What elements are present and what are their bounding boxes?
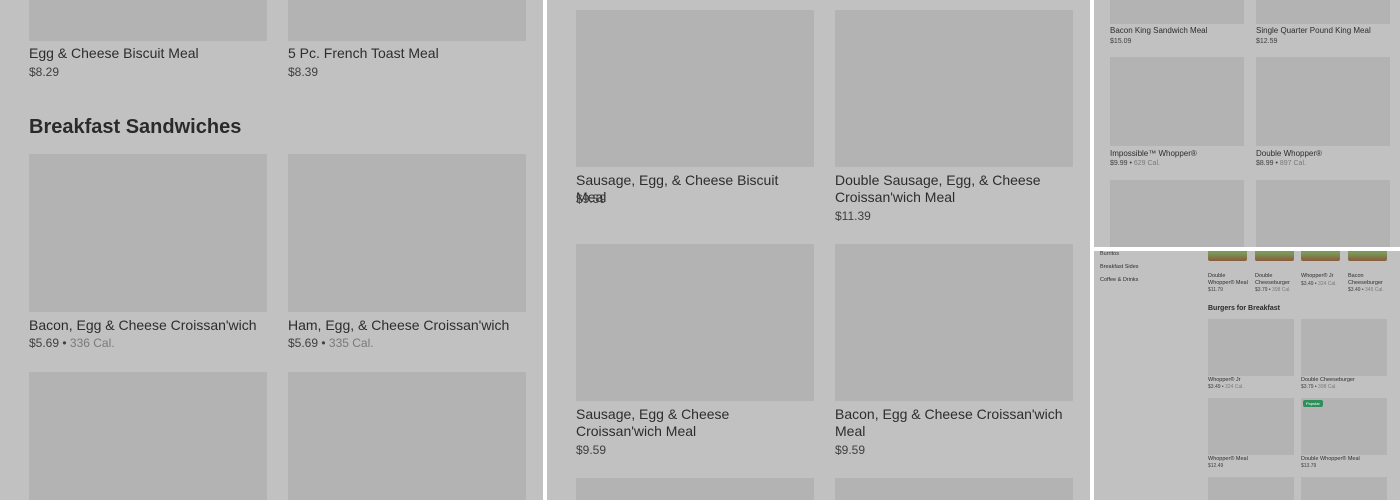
item-price: $11.79 (1208, 287, 1223, 293)
item-calories: 336 Cal. (69, 336, 115, 350)
item-image[interactable] (1208, 319, 1294, 376)
item-price: $8.29 (29, 65, 60, 79)
item-name[interactable]: Double Cheeseburger (1255, 273, 1297, 287)
item-price: $5.69 (29, 336, 60, 350)
item-price-calories: $8.99 • 897 Cal. (1256, 160, 1306, 167)
item-price: $13.79 (1301, 463, 1317, 469)
item-image[interactable] (288, 372, 526, 500)
item-image[interactable] (1348, 251, 1387, 261)
item-price: $9.59 (576, 443, 607, 457)
item-image[interactable] (1301, 477, 1387, 500)
menu-panel-whoppers: Bacon King Sandwich Meal $15.09 Single Q… (1094, 0, 1400, 247)
item-price-calories: $5.69 • 335 Cal. (288, 336, 374, 350)
item-price: $3.49 (1301, 281, 1314, 287)
item-calories: 398 Cal. (1272, 287, 1291, 293)
menu-panel-meals: Sausage, Egg, & Cheese Biscuit Meal $9.5… (547, 0, 1090, 500)
item-price-calories: $3.79 • 398 Cal. (1255, 287, 1291, 293)
item-price: $3.79 (1255, 287, 1268, 293)
item-name[interactable]: Bacon, Egg & Cheese Croissan'wich Meal (835, 406, 1071, 440)
item-price-calories: $3.49 • 324 Cal. (1301, 281, 1337, 287)
item-image[interactable] (835, 478, 1073, 500)
item-image[interactable] (576, 244, 814, 401)
item-image[interactable] (1256, 57, 1390, 146)
item-image[interactable] (1208, 477, 1294, 500)
item-price-calories: $5.69 • 336 Cal. (29, 336, 115, 350)
section-title: Breakfast Sandwiches (29, 116, 242, 138)
item-image[interactable] (1301, 251, 1340, 261)
item-price: $11.39 (835, 209, 871, 223)
menu-panel-breakfast-sandwiches: Egg & Cheese Biscuit Meal $8.29 5 Pc. Fr… (0, 0, 543, 500)
item-image[interactable] (1255, 251, 1294, 261)
item-image[interactable] (576, 10, 814, 167)
section-title: Burgers for Breakfast (1208, 305, 1280, 312)
item-image[interactable] (288, 0, 526, 41)
item-name[interactable]: Double Sausage, Egg, & Cheese Croissan'w… (835, 172, 1071, 206)
item-price: $12.59 (1256, 38, 1278, 45)
item-name[interactable]: Single Quarter Pound King Meal (1256, 26, 1371, 35)
item-image[interactable] (1301, 319, 1387, 376)
item-image[interactable] (29, 0, 267, 41)
item-name[interactable]: Double Whopper® Meal (1208, 273, 1250, 287)
item-calories: 629 Cal. (1133, 160, 1160, 167)
item-name[interactable]: Double Whopper® Meal (1301, 456, 1387, 463)
item-name[interactable]: Double Whopper® (1256, 149, 1322, 158)
item-price: $9.99 (1110, 160, 1128, 167)
item-name[interactable]: Whopper® Jr (1208, 377, 1294, 384)
item-name[interactable]: Whopper® Meal (1208, 456, 1294, 463)
item-calories: 345 Cal. (1365, 287, 1384, 293)
sidebar-item-breakfast-sides[interactable]: Breakfast Sides (1100, 264, 1139, 270)
item-price: $5.69 (288, 336, 319, 350)
item-price: $3.49 (1208, 384, 1221, 390)
item-price: $8.39 (288, 65, 319, 79)
item-image[interactable] (1110, 180, 1244, 247)
item-image[interactable] (576, 478, 814, 500)
item-image[interactable] (1110, 0, 1244, 24)
item-image[interactable] (29, 372, 267, 500)
item-price-calories: $3.49 • 324 Cal. (1208, 384, 1244, 390)
sidebar-item-burritos[interactable]: Burritos (1100, 251, 1119, 257)
item-image[interactable] (1256, 180, 1390, 247)
item-price: $12.49 (1208, 463, 1224, 469)
item-price-calories: $3.79 • 398 Cal. (1301, 384, 1337, 390)
item-name[interactable]: Double Cheeseburger (1301, 377, 1387, 384)
popular-badge: Popular (1303, 400, 1323, 407)
item-name[interactable]: Bacon King Sandwich Meal (1110, 26, 1207, 35)
item-name[interactable]: Whopper® Jr (1301, 273, 1343, 280)
item-image[interactable] (835, 10, 1073, 167)
item-calories: 897 Cal. (1279, 160, 1306, 167)
item-name[interactable]: Bacon, Egg & Cheese Croissan'wich (29, 317, 257, 333)
item-name[interactable]: Ham, Egg, & Cheese Croissan'wich (288, 317, 509, 333)
item-image[interactable] (1256, 0, 1390, 24)
item-name[interactable]: 5 Pc. French Toast Meal (288, 45, 439, 61)
item-name[interactable]: Egg & Cheese Biscuit Meal (29, 45, 199, 61)
item-price-calories: $9.99 • 629 Cal. (1110, 160, 1160, 167)
menu-panel-burgers-for-breakfast: Burritos Breakfast Sides Coffee & Drinks… (1094, 251, 1400, 500)
item-image[interactable] (1110, 57, 1244, 146)
item-price: $8.99 (1256, 160, 1274, 167)
item-name[interactable]: Sausage, Egg, & Cheese Biscuit Meal (576, 172, 812, 206)
item-name[interactable]: Impossible™ Whopper® (1110, 149, 1197, 158)
item-name[interactable]: Bacon Cheeseburger (1348, 273, 1390, 287)
item-price: $15.09 (1110, 38, 1132, 45)
item-calories: 335 Cal. (328, 336, 374, 350)
item-calories: 324 Cal. (1225, 384, 1244, 390)
item-image[interactable] (288, 154, 526, 312)
item-image[interactable] (1208, 251, 1247, 261)
item-image[interactable] (1208, 398, 1294, 455)
item-name[interactable]: Sausage, Egg & Cheese Croissan'wich Meal (576, 406, 812, 440)
item-calories: 398 Cal. (1318, 384, 1337, 390)
item-price-calories: $3.49 • 345 Cal. (1348, 287, 1384, 293)
item-image[interactable] (835, 244, 1073, 401)
item-price: $3.49 (1348, 287, 1361, 293)
item-calories: 324 Cal. (1318, 281, 1337, 287)
item-price: $3.79 (1301, 384, 1314, 390)
sidebar-item-coffee-drinks[interactable]: Coffee & Drinks (1100, 277, 1138, 283)
item-image[interactable] (29, 154, 267, 312)
item-price: $9.59 (835, 443, 866, 457)
item-price: $9.59 (576, 192, 607, 206)
